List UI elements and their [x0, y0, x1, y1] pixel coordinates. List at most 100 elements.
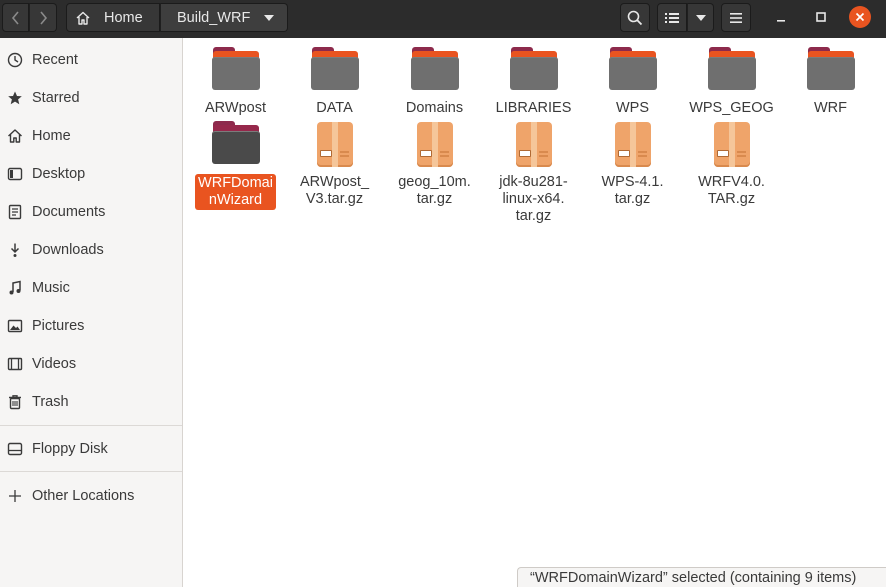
file-name: Domains: [405, 100, 464, 116]
sidebar-item-downloads[interactable]: Downloads: [0, 232, 182, 268]
folder-icon: [410, 46, 460, 96]
home-icon: [76, 11, 90, 25]
forward-icon: [40, 10, 48, 25]
breadcrumb-home[interactable]: Home: [66, 3, 160, 32]
clock-icon: [7, 52, 23, 68]
file-name: DATA: [316, 100, 353, 116]
sidebar-separator: [0, 471, 182, 472]
sidebar-item-label: Music: [32, 280, 70, 296]
breadcrumb-current-label: Build_WRF: [177, 9, 251, 26]
folder-item[interactable]: DATA: [287, 46, 382, 117]
maximize-icon: [816, 12, 826, 22]
file-name: WPS-4.1. tar.gz: [601, 174, 664, 207]
file-name: geog_10m. tar.gz: [398, 174, 471, 207]
sidebar-item-pictures[interactable]: Pictures: [0, 308, 182, 344]
sidebar-item-label: Videos: [32, 356, 77, 372]
archive-item[interactable]: geog_10m. tar.gz: [387, 120, 482, 208]
sidebar-item-desktop[interactable]: Desktop: [0, 156, 182, 192]
minimize-icon: [777, 20, 785, 22]
music-icon: [7, 280, 23, 296]
sidebar-item-home[interactable]: Home: [0, 118, 182, 154]
folder-icon: [211, 46, 261, 96]
list-view-icon: [665, 12, 679, 23]
close-button[interactable]: [849, 6, 871, 28]
file-view: ARWpost DATA Domains LIBRARIES WPS WPS_G…: [184, 38, 886, 587]
file-name: WRFV4.0. TAR.gz: [698, 174, 765, 207]
sidebar-item-label: Floppy Disk: [32, 441, 108, 457]
folder-icon: [310, 46, 360, 96]
sidebar-separator: [0, 425, 182, 426]
back-icon: [11, 10, 19, 25]
file-name: WPS: [615, 100, 650, 116]
archive-icon: [608, 120, 658, 170]
sidebar-item-floppy-disk[interactable]: Floppy Disk: [0, 431, 182, 467]
sidebar-item-videos[interactable]: Videos: [0, 346, 182, 382]
folder-item[interactable]: WRF: [783, 46, 878, 117]
file-name: ARWpost: [205, 100, 266, 116]
folder-item[interactable]: LIBRARIES: [486, 46, 581, 117]
archive-icon: [509, 120, 559, 170]
file-name: jdk-8u281- linux-x64. tar.gz: [499, 174, 568, 224]
desktop-icon: [7, 166, 23, 182]
list-view-button[interactable]: [657, 3, 687, 32]
sidebar-item-label: Downloads: [32, 242, 104, 258]
video-icon: [7, 356, 23, 372]
file-name: LIBRARIES: [495, 100, 572, 116]
sidebar-item-music[interactable]: Music: [0, 270, 182, 306]
drive-icon: [7, 441, 23, 457]
folder-item[interactable]: WPS: [585, 46, 680, 117]
breadcrumb-home-label: Home: [104, 9, 143, 26]
trash-icon: [7, 394, 23, 410]
hamburger-menu-icon: [730, 12, 742, 23]
archive-item[interactable]: jdk-8u281- linux-x64. tar.gz: [486, 120, 581, 225]
folder-icon: [707, 46, 757, 96]
chevron-down-icon: [695, 14, 706, 21]
sidebar-item-documents[interactable]: Documents: [0, 194, 182, 230]
status-bar: “WRFDomainWizard” selected (containing 9…: [517, 567, 886, 587]
sidebar-item-label: Documents: [32, 204, 106, 220]
breadcrumb-current[interactable]: Build_WRF: [160, 3, 288, 32]
sidebar-item-other-locations[interactable]: Other Locations: [0, 478, 182, 514]
picture-icon: [7, 318, 23, 334]
sidebar-item-label: Pictures: [32, 318, 85, 334]
sidebar-item-label: Starred: [32, 90, 80, 106]
back-button[interactable]: [2, 3, 29, 32]
maximize-button[interactable]: [810, 6, 832, 28]
file-name: WRF: [813, 100, 847, 116]
archive-icon: [707, 120, 757, 170]
forward-button[interactable]: [29, 3, 57, 32]
file-name: WRFDomai nWizard: [195, 174, 276, 210]
plus-icon: [7, 488, 23, 504]
archive-item[interactable]: WRFV4.0. TAR.gz: [684, 120, 779, 208]
sidebar-item-recent[interactable]: Recent: [0, 42, 182, 78]
sidebar-item-label: Trash: [32, 394, 69, 410]
sidebar-item-starred[interactable]: Starred: [0, 80, 182, 116]
archive-item[interactable]: ARWpost_ V3.tar.gz: [287, 120, 382, 208]
download-icon: [7, 242, 23, 258]
sidebar: Recent Starred Home Desktop Documents Do…: [0, 38, 183, 587]
view-options-button[interactable]: [687, 3, 714, 32]
close-icon: [855, 12, 865, 22]
chevron-down-icon: [264, 14, 275, 21]
archive-item[interactable]: WPS-4.1. tar.gz: [585, 120, 680, 208]
sidebar-item-trash[interactable]: Trash: [0, 384, 182, 420]
folder-icon: [211, 120, 261, 170]
home-icon: [7, 128, 23, 144]
main-menu-button[interactable]: [721, 3, 751, 32]
folder-item-selected[interactable]: WRFDomai nWizard: [188, 120, 283, 210]
sidebar-item-label: Other Locations: [32, 488, 135, 504]
folder-icon: [509, 46, 559, 96]
sidebar-item-label: Home: [32, 128, 71, 144]
folder-icon: [806, 46, 856, 96]
search-button[interactable]: [620, 3, 650, 32]
folder-item[interactable]: ARWpost: [188, 46, 283, 117]
file-name: WPS_GEOG: [689, 100, 774, 116]
archive-icon: [410, 120, 460, 170]
folder-icon: [608, 46, 658, 96]
sidebar-item-label: Recent: [32, 52, 78, 68]
breadcrumb: Home Build_WRF: [66, 3, 288, 32]
folder-item[interactable]: WPS_GEOG: [684, 46, 779, 117]
minimize-button[interactable]: [770, 6, 792, 28]
archive-icon: [310, 120, 360, 170]
folder-item[interactable]: Domains: [387, 46, 482, 117]
